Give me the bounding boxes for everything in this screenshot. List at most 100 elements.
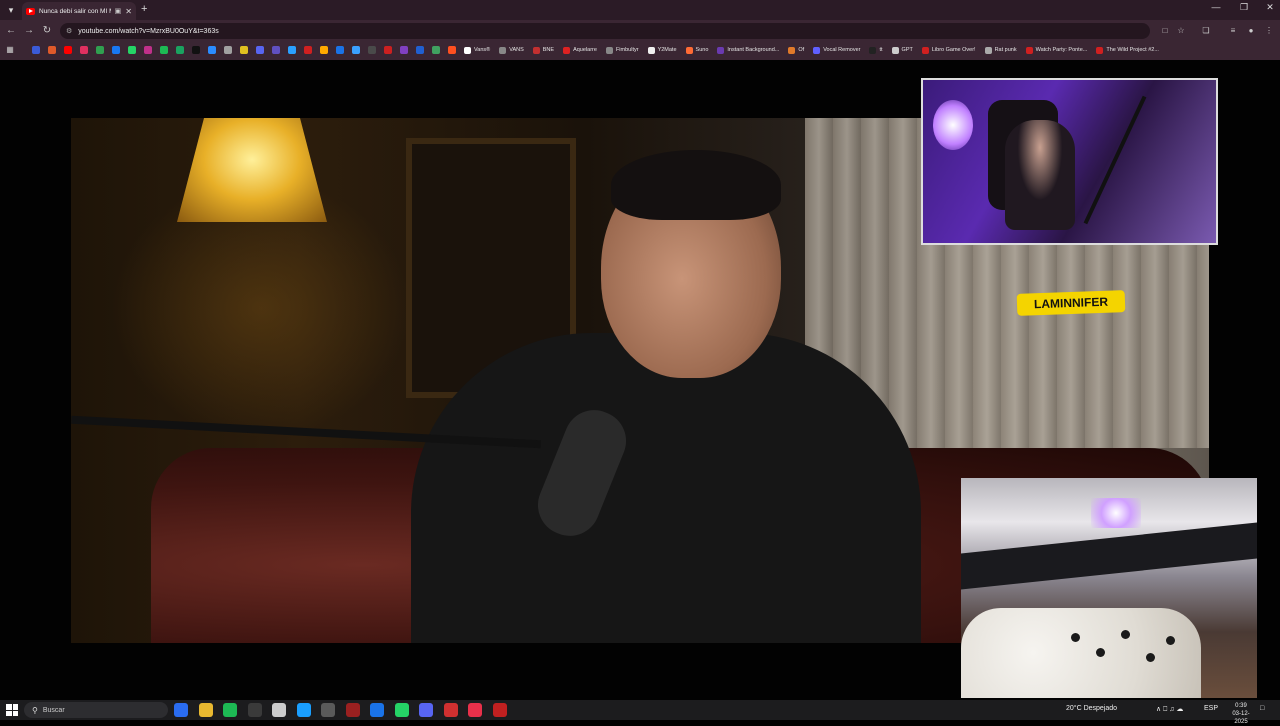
bookmark-item[interactable]: Suno — [685, 46, 709, 54]
media-controls-icon[interactable]: ≡ — [1227, 25, 1239, 37]
close-window-icon[interactable]: ✕ — [1260, 2, 1280, 13]
bookmark-favicon-icon[interactable] — [32, 46, 40, 54]
taskbar-app-icon[interactable] — [492, 703, 507, 717]
bookmark-item[interactable]: Instant Background... — [717, 46, 779, 54]
bookmark-favicon-icon[interactable] — [112, 46, 120, 54]
address-bar[interactable]: ⚙ youtube.com/watch?v=MzrxBU0OuY&t=363s — [60, 23, 1150, 39]
bookmark-favicon-icon[interactable] — [272, 46, 280, 54]
toolbar: ← → ↻ ⚙ youtube.com/watch?v=MzrxBU0OuY&t… — [0, 20, 1280, 42]
extensions-icon[interactable]: ❏ — [1200, 25, 1212, 37]
bookmark-favicon-icon[interactable] — [448, 46, 456, 54]
bookmark-item[interactable]: Vocal Remover — [813, 46, 861, 54]
reload-icon[interactable]: ↻ — [40, 24, 54, 38]
bookmark-favicon-icon[interactable] — [192, 46, 200, 54]
taskbar-app-icon[interactable] — [174, 703, 188, 717]
bookmark-favicon-icon[interactable] — [400, 46, 408, 54]
bookmark-favicon-icon[interactable] — [240, 46, 248, 54]
install-app-icon[interactable]: □ — [1159, 25, 1171, 37]
taskbar-app-icon[interactable] — [370, 703, 384, 717]
taskbar-app-icon[interactable] — [321, 703, 335, 717]
bookmark-label: Fimbultyr — [615, 47, 639, 53]
taskbar-app-icon[interactable] — [468, 703, 482, 717]
windows-start-icon[interactable] — [6, 704, 18, 716]
bookmark-item[interactable]: The Wild Project #2... — [1096, 46, 1159, 54]
profile-avatar-icon[interactable]: ● — [1245, 25, 1257, 37]
table — [961, 522, 1257, 590]
taskbar-app-icon[interactable] — [394, 703, 409, 717]
taskbar-app-icon[interactable] — [419, 703, 433, 717]
streamer-name-overlay: LAMINNIFER — [1016, 290, 1126, 316]
bookmark-favicon-icon[interactable] — [208, 46, 216, 54]
paw-print — [1146, 653, 1155, 662]
bookmark-favicon-icon[interactable] — [176, 46, 184, 54]
site-info-icon[interactable]: ⚙ — [66, 27, 72, 35]
bookmark-item[interactable]: Vans® — [464, 46, 490, 54]
bookmark-label: Vocal Remover — [823, 47, 861, 53]
bookmark-favicon-icon[interactable] — [432, 46, 440, 54]
forward-icon[interactable]: → — [22, 24, 36, 38]
new-tab-button[interactable]: + — [141, 3, 147, 16]
taskbar-app-icon[interactable] — [198, 703, 213, 717]
bookmark-favicon-icon[interactable] — [144, 46, 152, 54]
bookmark-favicon-icon[interactable] — [288, 46, 296, 54]
minimize-icon[interactable]: — — [1206, 2, 1226, 12]
bookmark-label: Y2Mate — [657, 47, 677, 53]
bookmark-item[interactable]: BNE — [532, 46, 554, 54]
maximize-icon[interactable]: ❐ — [1234, 2, 1254, 13]
bookmark-favicon-icon[interactable] — [224, 46, 232, 54]
bookmark-favicon-icon[interactable] — [256, 46, 264, 54]
back-icon[interactable]: ← — [4, 24, 18, 38]
bookmark-icon — [685, 46, 693, 54]
bookmark-item[interactable]: Of — [788, 46, 804, 54]
bookmark-favicon-icon[interactable] — [368, 46, 376, 54]
taskbar-app-icon[interactable] — [272, 703, 286, 717]
bookmark-item[interactable]: Rat punk — [984, 46, 1017, 54]
bookmark-favicon-icon[interactable] — [384, 46, 392, 54]
bookmark-item[interactable]: Watch Party: Ponte... — [1025, 46, 1087, 54]
language-indicator[interactable]: ESP — [1204, 705, 1218, 712]
tray-icons[interactable]: ∧ ⎕ ♫ ☁ — [1156, 705, 1183, 714]
audio-playing-icon[interactable]: ▣ — [115, 7, 122, 15]
bookmark-item[interactable]: tt — [869, 46, 883, 54]
taskbar-app-icon[interactable] — [247, 703, 262, 717]
bookmark-icon — [563, 46, 571, 54]
bookmark-favicon-icon[interactable] — [48, 46, 56, 54]
apps-grid-icon[interactable]: ▦ — [4, 45, 16, 55]
tab-youtube[interactable]: Nunca debí salir con MI M ▣ ✕ — [22, 2, 136, 20]
bookmark-favicon-icon[interactable] — [320, 46, 328, 54]
taskbar-search[interactable]: ⚲ Buscar — [24, 702, 168, 718]
bookmark-label: Suno — [695, 47, 709, 53]
bookmark-favicon-icon[interactable] — [160, 46, 168, 54]
taskbar-app-icon[interactable] — [296, 703, 311, 717]
bookmark-item[interactable]: Y2Mate — [647, 46, 677, 54]
weather-widget[interactable]: 20°C Despejado — [1066, 705, 1117, 712]
bookmark-icon — [788, 46, 796, 54]
bookmark-favicon-icon[interactable] — [128, 46, 136, 54]
bookmark-item[interactable]: Libro Game Over! — [921, 46, 976, 54]
bookmark-favicon-icon[interactable] — [64, 46, 72, 54]
bookmark-item[interactable]: Aquelarre — [563, 46, 597, 54]
url-text[interactable]: youtube.com/watch?v=MzrxBU0OuY&t=363s — [78, 28, 218, 35]
bookmark-item[interactable]: VANS — [499, 46, 524, 54]
bookmark-favicon-icon[interactable] — [96, 46, 104, 54]
clock[interactable]: 0:39 03-12-2025 — [1226, 702, 1256, 726]
notifications-icon[interactable]: □ — [1260, 705, 1264, 712]
bookmark-favicon-icon[interactable] — [80, 46, 88, 54]
bookmark-item[interactable]: Fimbultyr — [605, 46, 639, 54]
tab-search-icon[interactable]: ▾ — [4, 3, 18, 17]
close-tab-icon[interactable]: ✕ — [125, 7, 132, 16]
paw-print — [1096, 648, 1105, 657]
bookmark-star-icon[interactable]: ☆ — [1175, 25, 1187, 37]
menu-icon[interactable]: ⋮ — [1263, 25, 1275, 37]
taskbar-app-icon[interactable] — [223, 703, 237, 717]
bookmark-item[interactable]: GPT — [891, 46, 913, 54]
bookmark-favicon-icon[interactable] — [336, 46, 344, 54]
taskbar-app-icon[interactable] — [443, 703, 458, 717]
taskbar-app-icon[interactable] — [345, 703, 360, 717]
bookmark-icon — [532, 46, 540, 54]
bookmark-favicon-icon[interactable] — [304, 46, 312, 54]
paw-print — [1166, 636, 1175, 645]
bookmark-favicon-icon[interactable] — [352, 46, 360, 54]
bookmark-favicon-icon[interactable] — [416, 46, 424, 54]
paw-print — [1071, 633, 1080, 642]
